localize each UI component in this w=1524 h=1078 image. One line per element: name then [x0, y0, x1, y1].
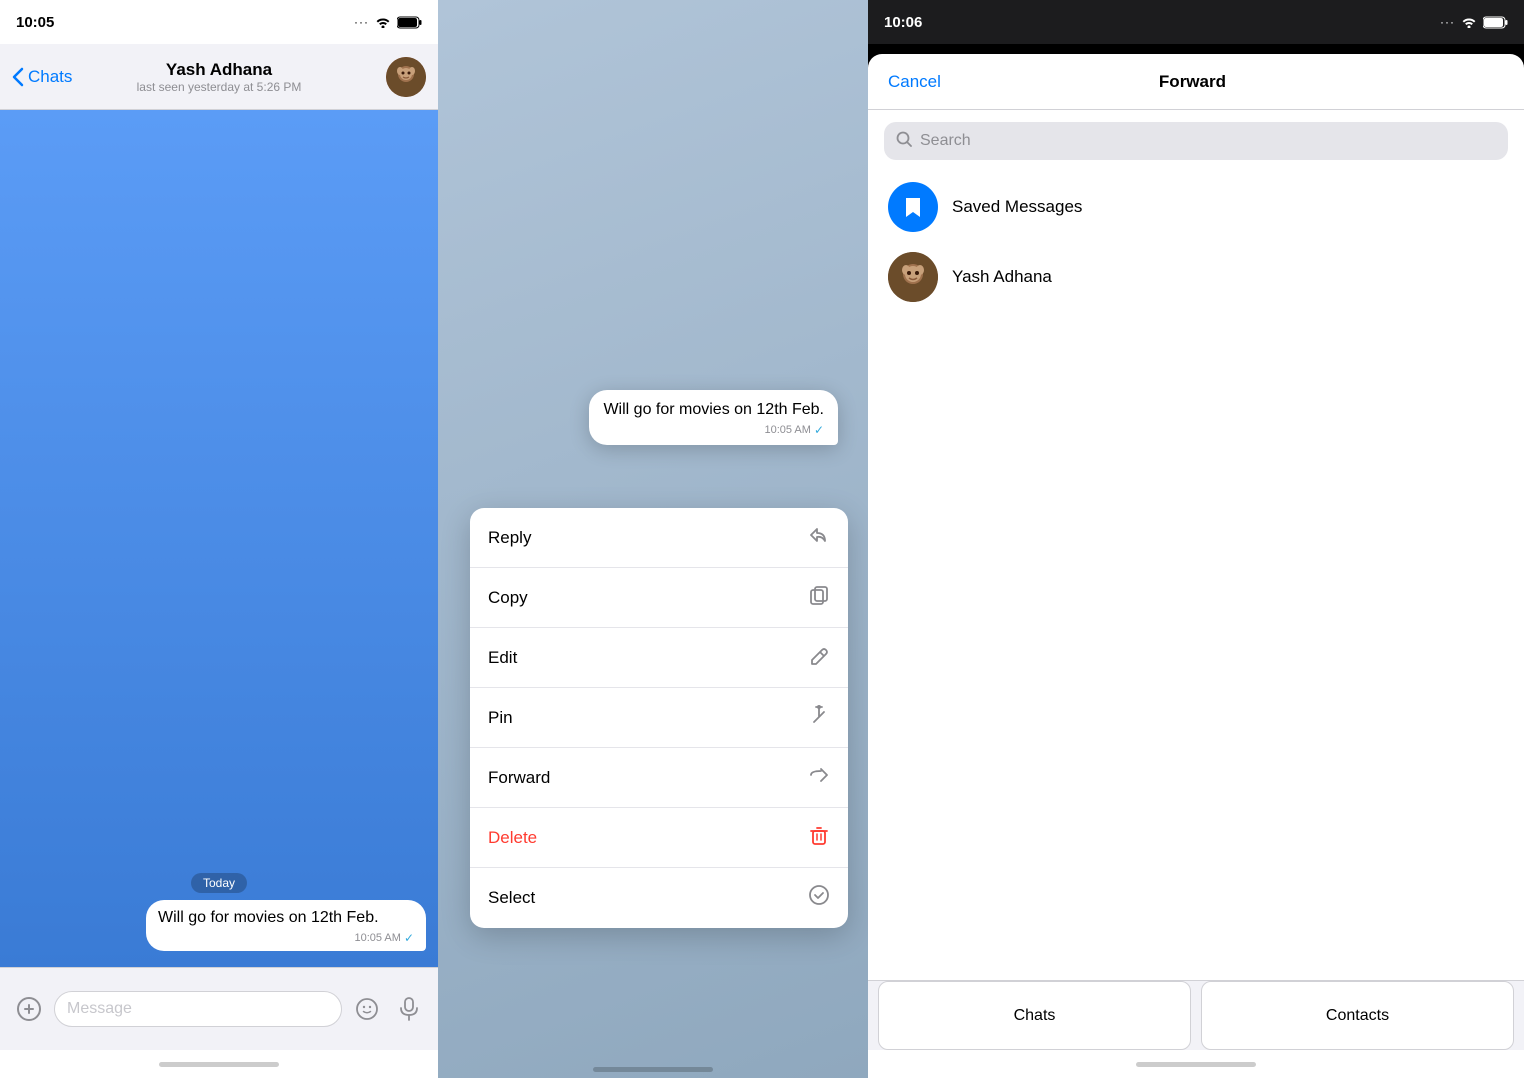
- message-text: Will go for movies on 12th Feb.: [158, 908, 414, 929]
- tab-chats[interactable]: Chats: [878, 981, 1191, 1050]
- avatar-image: [386, 57, 426, 97]
- forward-title: Forward: [1159, 72, 1226, 92]
- message-meta: 10:05 AM ✓: [158, 931, 414, 945]
- yash-avatar-image: [888, 252, 938, 302]
- panel3-signal: ···: [1440, 15, 1455, 29]
- panel2-home-indicator: [438, 1067, 868, 1072]
- forward-label: Forward: [488, 768, 550, 788]
- emoji-button[interactable]: [350, 992, 384, 1026]
- panel3-status-icons: ···: [1440, 15, 1508, 29]
- context-edit[interactable]: Edit: [470, 628, 848, 688]
- preview-check: ✓: [814, 423, 824, 437]
- panel3-status-bar: 10:06 ···: [868, 0, 1524, 44]
- contact-avatar[interactable]: [386, 57, 426, 97]
- input-bar: Message: [0, 967, 438, 1050]
- search-placeholder: Search: [920, 132, 971, 150]
- preview-meta: 10:05 AM ✓: [603, 423, 824, 437]
- context-menu: Reply Copy Edit Pin Forward: [470, 508, 848, 928]
- contact-status: last seen yesterday at 5:26 PM: [137, 80, 302, 94]
- bookmark-icon: [899, 193, 927, 221]
- delete-label: Delete: [488, 828, 537, 848]
- wifi-icon: [375, 16, 391, 28]
- battery-icon: [397, 16, 422, 29]
- preview-time: 10:05 AM: [764, 424, 810, 436]
- copy-icon: [808, 584, 830, 612]
- forward-sheet: Cancel Forward Search: [868, 54, 1524, 1078]
- edit-label: Edit: [488, 648, 517, 668]
- home-indicator: [0, 1050, 438, 1078]
- chevron-left-icon: [12, 67, 24, 87]
- saved-messages-name: Saved Messages: [952, 197, 1082, 217]
- message-time: 10:05 AM: [354, 932, 400, 944]
- forward-header: Cancel Forward: [868, 54, 1524, 110]
- attach-button[interactable]: [12, 992, 46, 1026]
- chat-panel: 10:05 ··· Chats Yash Adhana last seen ye…: [0, 0, 438, 1078]
- back-label: Chats: [28, 67, 72, 87]
- status-time: 10:05: [16, 14, 54, 31]
- date-label: Today: [12, 874, 426, 892]
- search-magnifier: [896, 131, 912, 147]
- nav-center: Yash Adhana last seen yesterday at 5:26 …: [137, 60, 302, 94]
- edit-icon: [808, 644, 830, 672]
- message-preview: Will go for movies on 12th Feb. 10:05 AM…: [589, 390, 838, 445]
- reply-label: Reply: [488, 528, 531, 548]
- forward-bottom-tabs: Chats Contacts: [868, 980, 1524, 1050]
- copy-label: Copy: [488, 588, 528, 608]
- context-select[interactable]: Select: [470, 868, 848, 928]
- contact-yash-adhana[interactable]: Yash Adhana: [868, 242, 1524, 312]
- delete-icon: [808, 824, 830, 852]
- panel3-home-indicator: [868, 1050, 1524, 1078]
- home-bar: [159, 1062, 279, 1067]
- saved-messages-avatar: [888, 182, 938, 232]
- preview-text: Will go for movies on 12th Feb.: [603, 400, 824, 421]
- signal-icon: ···: [354, 15, 369, 29]
- context-copy[interactable]: Copy: [470, 568, 848, 628]
- panel3-time: 10:06: [884, 14, 922, 31]
- back-button[interactable]: Chats: [12, 67, 72, 87]
- date-text: Today: [191, 873, 247, 893]
- message-bubble: Will go for movies on 12th Feb. 10:05 AM…: [146, 900, 426, 951]
- reply-icon: [808, 524, 830, 552]
- nav-bar: Chats Yash Adhana last seen yesterday at…: [0, 44, 438, 110]
- input-placeholder: Message: [67, 1000, 132, 1018]
- context-menu-panel: 10:05 Will go for movies on 12th Feb. 10…: [438, 0, 868, 1078]
- status-icons: ···: [354, 15, 422, 29]
- mic-icon: [398, 997, 420, 1021]
- cancel-button[interactable]: Cancel: [888, 72, 941, 92]
- context-pin[interactable]: Pin: [470, 688, 848, 748]
- panel2-status-bar: 10:05: [438, 0, 868, 44]
- context-forward[interactable]: Forward: [470, 748, 848, 808]
- search-icon: [896, 131, 912, 152]
- read-receipt: ✓: [404, 931, 414, 945]
- panel3-home-bar: [1136, 1062, 1256, 1067]
- yash-avatar: [888, 252, 938, 302]
- message-input[interactable]: Message: [54, 991, 342, 1027]
- chat-background: Today Will go for movies on 12th Feb. 10…: [0, 110, 438, 967]
- tab-chats-label: Chats: [1014, 1007, 1056, 1025]
- mic-button[interactable]: [392, 992, 426, 1026]
- pin-label: Pin: [488, 708, 513, 728]
- context-delete[interactable]: Delete: [470, 808, 848, 868]
- search-bar[interactable]: Search: [884, 122, 1508, 160]
- yash-name: Yash Adhana: [952, 267, 1052, 287]
- tab-contacts-label: Contacts: [1326, 1007, 1389, 1025]
- tab-contacts[interactable]: Contacts: [1201, 981, 1514, 1050]
- messages-area: Today Will go for movies on 12th Feb. 10…: [0, 862, 438, 967]
- panel3-wifi-icon: [1461, 16, 1477, 28]
- contact-name: Yash Adhana: [137, 60, 302, 80]
- contacts-list: Saved Messages Yash Adhana: [868, 172, 1524, 980]
- pin-icon: [808, 704, 830, 732]
- contact-saved-messages[interactable]: Saved Messages: [868, 172, 1524, 242]
- select-label: Select: [488, 888, 535, 908]
- emoji-icon: [355, 997, 379, 1021]
- status-bar: 10:05 ···: [0, 0, 438, 44]
- attach-icon: [16, 996, 42, 1022]
- forward-icon: [808, 764, 830, 792]
- panel2-home-bar: [593, 1067, 713, 1072]
- forward-panel: 10:06 ··· Cancel Forward: [868, 0, 1524, 1078]
- panel3-battery-icon: [1483, 16, 1508, 29]
- select-icon: [808, 884, 830, 912]
- context-reply[interactable]: Reply: [470, 508, 848, 568]
